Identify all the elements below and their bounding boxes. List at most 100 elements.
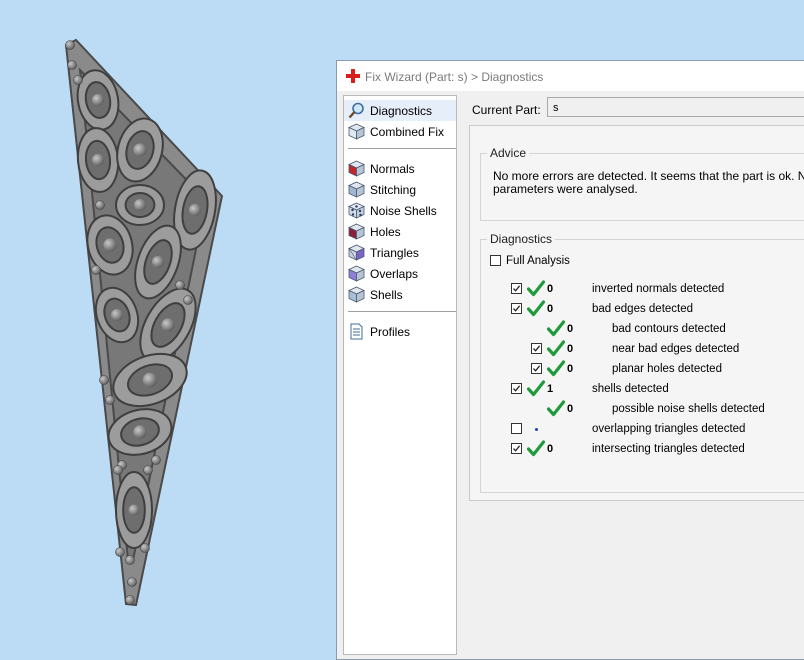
lattice-bead xyxy=(127,577,137,587)
lattice-bead xyxy=(151,455,161,465)
sidebar-item-noise-shells[interactable]: Noise Shells xyxy=(344,200,456,221)
magnifier-icon xyxy=(348,102,365,119)
shells-cube-icon xyxy=(348,286,365,303)
window-titlebar: Fix Wizard (Part: s) > Diagnostics xyxy=(337,61,804,91)
possible-noise-shells-count: 0 xyxy=(567,403,574,415)
sidebar-item-label: Triangles xyxy=(370,246,419,260)
lattice-bead xyxy=(95,200,105,210)
overlapping-triangles-checkbox[interactable] xyxy=(511,423,522,434)
sidebar-item-stitching[interactable]: Stitching xyxy=(344,179,456,200)
near-bad-edges-checkbox[interactable] xyxy=(531,343,542,354)
sidebar-item-label: Noise Shells xyxy=(370,204,437,218)
triangles-cube-icon xyxy=(348,244,365,261)
possible-noise-shells-label: possible noise shells detected xyxy=(612,403,765,415)
sidebar-item-label: Profiles xyxy=(370,325,411,339)
planar-holes-checkbox[interactable] xyxy=(531,363,542,374)
sidebar-separator xyxy=(348,311,456,312)
window-title: Fix Wizard (Part: s) > Diagnostics xyxy=(365,70,544,84)
advice-group: Advice No more errors are detected. It s… xyxy=(480,146,804,221)
intersecting-triangles-count: 0 xyxy=(547,443,554,455)
sidebar-item-triangles[interactable]: Triangles xyxy=(344,242,456,263)
bad-edges-count: 0 xyxy=(547,303,554,315)
sidebar-item-diagnostics[interactable]: Diagnostics xyxy=(344,100,456,121)
lattice-bead xyxy=(152,256,164,268)
red-cross-app-icon xyxy=(346,69,360,83)
full-analysis-label: Full Analysis xyxy=(506,255,570,267)
overlaps-cube-icon xyxy=(348,265,365,282)
mesh-part-model xyxy=(64,38,224,607)
full-analysis-checkbox[interactable] xyxy=(490,255,501,266)
lattice-bead xyxy=(91,265,101,275)
lattice-bead xyxy=(142,372,158,388)
green-checkmark-icon xyxy=(546,340,566,357)
3d-viewport[interactable] xyxy=(0,0,336,649)
lattice-bead xyxy=(133,143,147,157)
green-checkmark-icon xyxy=(526,280,546,297)
main-area: Current Part: s Advice No more errors ar… xyxy=(463,95,804,655)
fix-wizard-sidebar: Diagnostics Combined Fix Normals Stitching N… xyxy=(343,95,457,655)
lattice-bead xyxy=(161,318,175,332)
intersecting-triangles-checkbox[interactable] xyxy=(511,443,522,454)
green-checkmark-icon xyxy=(526,300,546,317)
sidebar-item-combined-fix[interactable]: Combined Fix xyxy=(344,121,456,142)
lattice-bead xyxy=(92,94,104,106)
current-part-field[interactable]: s xyxy=(547,97,804,117)
sidebar-item-shells[interactable]: Shells xyxy=(344,284,456,305)
lattice-bead xyxy=(128,504,140,516)
pending-dot-icon xyxy=(535,428,538,431)
lattice-bead xyxy=(115,547,125,557)
inverted-normals-checkbox[interactable] xyxy=(511,283,522,294)
combined-fix-icon xyxy=(348,123,365,140)
current-part-label: Current Part: xyxy=(472,103,541,117)
fix-wizard-window: Fix Wizard (Part: s) > Diagnostics Diagn… xyxy=(336,60,804,660)
lattice-bead xyxy=(133,425,147,439)
bad-edges-label: bad edges detected xyxy=(592,303,694,315)
sidebar-item-label: Shells xyxy=(370,288,403,302)
sidebar-item-label: Combined Fix xyxy=(370,125,445,139)
inverted-normals-label: inverted normals detected xyxy=(592,283,725,295)
diagnostics-group: Diagnostics Full Analysis 0 inverted norm… xyxy=(480,232,804,493)
advice-heading: Advice xyxy=(487,146,530,160)
overlapping-triangles-label: overlapping triangles detected xyxy=(592,423,746,435)
sidebar-item-holes[interactable]: Holes xyxy=(344,221,456,242)
inverted-normals-count: 0 xyxy=(547,283,554,295)
lattice-bead xyxy=(113,465,123,475)
sidebar-item-label: Holes xyxy=(370,225,401,239)
sidebar-item-profiles[interactable]: Profiles xyxy=(344,321,456,342)
near-bad-edges-count: 0 xyxy=(567,343,574,355)
lattice-bead xyxy=(143,465,153,475)
sidebar-item-label: Stitching xyxy=(370,183,417,197)
lattice-bead xyxy=(67,60,77,70)
lattice-bead xyxy=(92,154,104,166)
planar-holes-label: planar holes detected xyxy=(612,363,722,375)
advice-line-2: parameters were analysed. xyxy=(493,182,638,196)
lattice-bead xyxy=(140,543,150,553)
green-checkmark-icon xyxy=(526,440,546,457)
normals-cube-icon xyxy=(348,160,365,177)
planar-holes-count: 0 xyxy=(567,363,574,375)
advice-text: No more errors are detected. It seems th… xyxy=(493,170,804,196)
sidebar-item-overlaps[interactable]: Overlaps xyxy=(344,263,456,284)
lattice-bead xyxy=(183,295,193,305)
lattice-bead xyxy=(125,555,135,565)
shells-checkbox[interactable] xyxy=(511,383,522,394)
intersecting-triangles-label: intersecting triangles detected xyxy=(592,443,745,455)
green-checkmark-icon xyxy=(546,400,566,417)
lattice-bead xyxy=(111,309,123,321)
lattice-bead xyxy=(65,40,75,50)
noise-shells-icon xyxy=(348,202,365,219)
sidebar-separator xyxy=(348,148,456,149)
bad-edges-checkbox[interactable] xyxy=(511,303,522,314)
lattice-bead xyxy=(73,75,83,85)
green-checkmark-icon xyxy=(526,380,546,397)
holes-cube-icon xyxy=(348,223,365,240)
sidebar-item-normals[interactable]: Normals xyxy=(344,158,456,179)
stitching-cube-icon xyxy=(348,181,365,198)
sidebar-item-label: Diagnostics xyxy=(370,104,433,118)
sidebar-item-label: Overlaps xyxy=(370,267,419,281)
lattice-bead xyxy=(189,204,201,216)
diagnostics-panel: Advice No more errors are detected. It s… xyxy=(469,125,804,501)
lattice-bead xyxy=(99,375,109,385)
near-bad-edges-label: near bad edges detected xyxy=(612,343,740,355)
bad-contours-count: 0 xyxy=(567,323,574,335)
